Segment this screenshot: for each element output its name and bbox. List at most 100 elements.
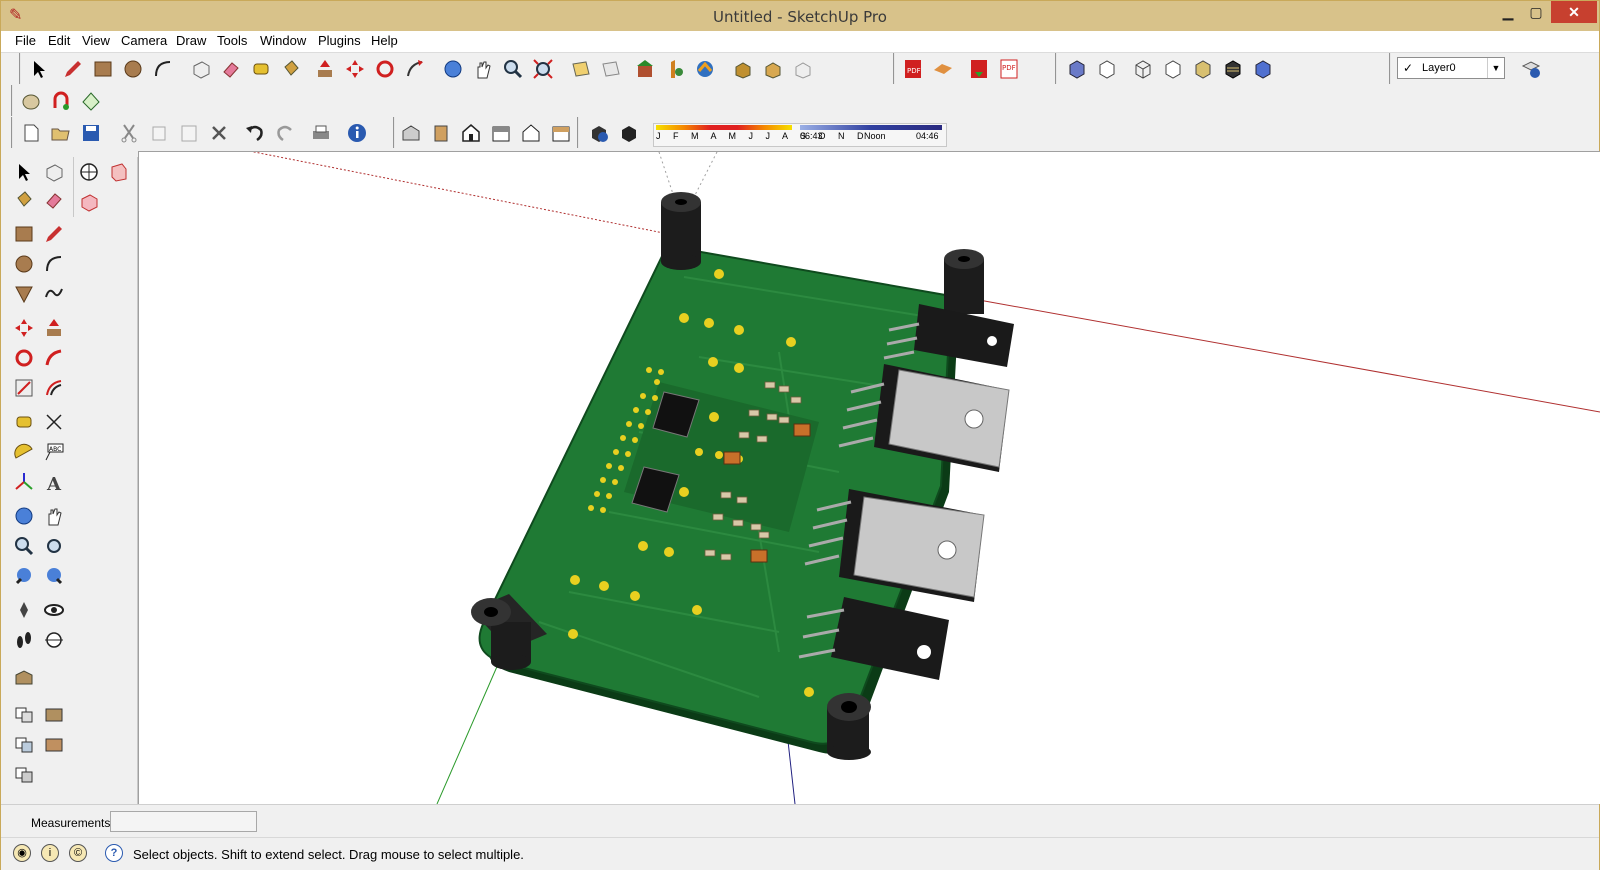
chevron-down-icon[interactable]: ▼ [1487,58,1504,78]
select-tool-icon[interactable] [27,57,51,81]
photo-textures-icon[interactable] [693,57,717,81]
menu-window[interactable]: Window [260,33,306,48]
next-view-icon[interactable] [41,563,67,589]
push-pull-icon[interactable] [41,315,67,341]
shadow-settings-icon[interactable] [587,121,611,145]
move-tool-icon[interactable] [343,57,367,81]
follow-me-icon[interactable] [41,345,67,371]
drawing-viewport[interactable] [138,151,1600,804]
share-model-icon[interactable] [599,57,623,81]
zoom-tool-icon[interactable] [11,533,37,559]
warehouse-icon[interactable] [11,665,37,691]
protractor-tool-icon[interactable] [11,439,37,465]
model-canvas[interactable] [139,152,1600,804]
3d-text-icon[interactable]: A [41,469,67,495]
export-icon[interactable] [761,57,785,81]
menu-edit[interactable]: Edit [48,33,70,48]
move-tool-icon[interactable] [11,315,37,341]
pdf-html-icon[interactable]: PDF [997,57,1021,81]
shaded-textures-style-icon[interactable] [1221,57,1245,81]
circle-tool-icon[interactable] [11,251,37,277]
month-slider-track[interactable] [656,125,792,130]
make-component-icon[interactable] [189,57,213,81]
layer-dropdown[interactable]: ✓ Layer0 ▼ [1397,57,1505,79]
standoff-top-right[interactable] [944,249,984,314]
pencil-tool-icon[interactable] [41,221,67,247]
geo-location-icon[interactable]: ◉ [13,844,31,862]
position-camera-icon[interactable] [11,597,37,623]
section-plane-icon[interactable] [41,627,67,653]
orbit-tool-icon[interactable] [441,57,465,81]
display-shadows-icon[interactable] [617,121,641,145]
pan-tool-icon[interactable] [471,57,495,81]
menu-plugins[interactable]: Plugins [318,33,361,48]
pdf-export-icon[interactable]: PDF [901,57,925,81]
tape-measure-icon[interactable] [249,57,273,81]
layer-manager-icon[interactable] [1519,57,1543,81]
outliner-icon[interactable] [41,701,67,727]
pdf-import-icon[interactable] [967,57,991,81]
arc-tool-icon[interactable] [151,57,175,81]
walk-tool-icon[interactable] [11,627,37,653]
standoff-top-left[interactable] [661,192,701,270]
print-icon[interactable] [309,121,333,145]
offset-tool-icon[interactable] [41,375,67,401]
save-icon[interactable] [79,121,103,145]
styles-panel-icon[interactable] [41,731,67,757]
orbit-tool-icon[interactable] [11,503,37,529]
front-view-icon[interactable] [459,121,483,145]
close-button[interactable]: ✕ [1551,1,1597,23]
measurements-input[interactable] [110,811,257,832]
dynamic-components-icon[interactable] [663,57,687,81]
freehand-tool-icon[interactable] [41,281,67,307]
sandbox-mesh-icon[interactable] [79,89,103,113]
zoom-extents-icon[interactable] [531,57,555,81]
wireframe-style-icon[interactable] [1131,57,1155,81]
rectangle-tool-icon[interactable] [91,57,115,81]
pencil-tool-icon[interactable] [61,57,85,81]
scenes-panel-icon[interactable] [11,761,37,787]
look-around-icon[interactable] [41,597,67,623]
time-slider-track[interactable] [800,125,942,130]
user-account-icon[interactable]: © [69,844,87,862]
section-fill-icon[interactable] [106,159,132,185]
maximize-button[interactable]: ▢ [1523,1,1549,23]
pan-tool-icon[interactable] [41,503,67,529]
select-tool-icon[interactable] [11,159,37,185]
back-view-icon[interactable] [519,121,543,145]
menu-file[interactable]: File [15,33,36,48]
sandbox-contours-icon[interactable] [19,89,43,113]
follow-me-icon[interactable] [403,57,427,81]
pcb-board[interactable] [471,192,1014,760]
menu-view[interactable]: View [82,33,110,48]
materials-panel-icon[interactable] [11,731,37,757]
rectangle-tool-icon[interactable] [11,221,37,247]
zoom-tool-icon[interactable] [501,57,525,81]
iso-view-icon[interactable] [399,121,423,145]
instructor-help-icon[interactable]: ? [105,844,123,862]
open-folder-icon[interactable] [49,121,73,145]
paint-bucket-icon[interactable] [279,57,303,81]
dimension-tool-icon[interactable] [41,409,67,435]
copy-icon[interactable] [147,121,171,145]
minimize-button[interactable]: ▁ [1495,1,1521,23]
camera-rotate-icon[interactable] [76,159,102,185]
cut-icon[interactable] [117,121,141,145]
new-file-icon[interactable] [19,121,43,145]
undo-icon[interactable] [243,121,267,145]
share-component-icon[interactable] [791,57,815,81]
paste-icon[interactable] [177,121,201,145]
xray-style-icon[interactable] [1065,57,1089,81]
polygon-tool-icon[interactable] [11,281,37,307]
eraser-tool-icon[interactable] [41,187,67,213]
components-panel-icon[interactable] [11,701,37,727]
rotate-tool-icon[interactable] [373,57,397,81]
shadow-time-slider[interactable]: J F M A M J J A S O N D 06:43 Noon 04:46 [653,123,947,147]
hidden-line-style-icon[interactable] [1161,57,1185,81]
import-icon[interactable] [731,57,755,81]
make-component-icon[interactable] [41,159,67,185]
monochrome-style-icon[interactable] [1251,57,1275,81]
push-pull-icon[interactable] [313,57,337,81]
menu-tools[interactable]: Tools [217,33,247,48]
left-view-icon[interactable] [549,121,573,145]
